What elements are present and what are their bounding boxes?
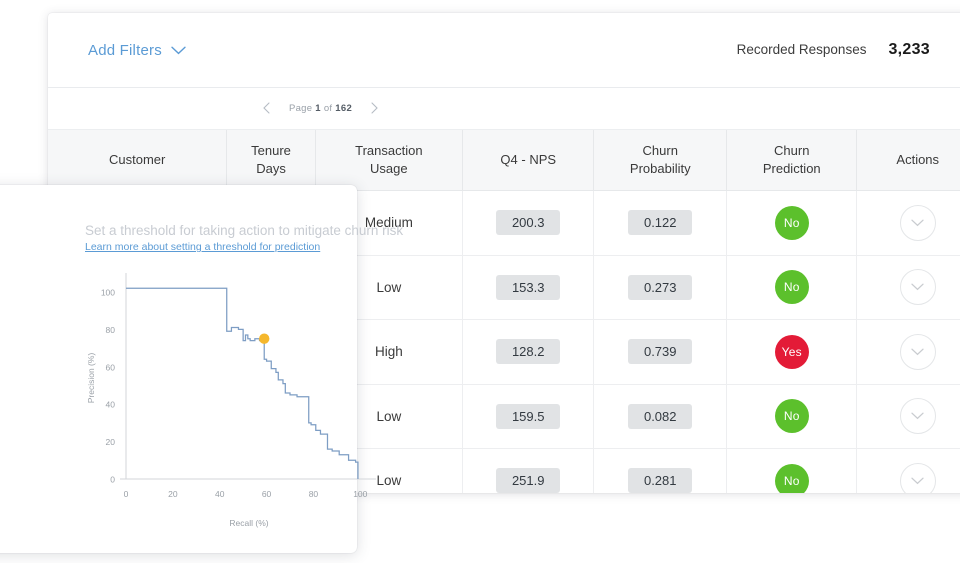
table-toolbar: Add Filters Recorded Responses 3,233: [48, 13, 960, 88]
page-prefix: Page: [289, 103, 315, 114]
cell-churn-probability: 0.739: [594, 320, 727, 385]
probability-chip: 0.739: [628, 339, 692, 364]
threshold-panel-title: Set a threshold for taking action to mit…: [85, 223, 403, 238]
row-expand-button[interactable]: [900, 398, 936, 434]
column-header-tenure-days[interactable]: Tenure Days: [227, 130, 315, 191]
row-expand-button[interactable]: [900, 463, 936, 493]
y-tick-label: 60: [106, 362, 116, 372]
cell-actions: [857, 384, 960, 449]
x-tick-label: 40: [215, 489, 225, 499]
threshold-marker: [259, 334, 269, 344]
row-expand-button[interactable]: [900, 334, 936, 370]
usage-value: Low: [376, 280, 401, 295]
y-tick-label: 20: [106, 437, 116, 447]
table-header-row: Customer Tenure Days Transaction Usage Q…: [48, 130, 960, 191]
nps-chip: 153.3: [496, 275, 560, 300]
add-filters-button[interactable]: Add Filters: [88, 42, 186, 59]
cell-churn-prediction: No: [727, 449, 857, 494]
cell-churn-prediction: Yes: [727, 320, 857, 385]
cell-q4-nps: 153.3: [462, 255, 594, 320]
usage-value: Low: [376, 473, 401, 488]
nps-chip: 200.3: [496, 210, 560, 235]
x-tick-label: 20: [168, 489, 178, 499]
column-header-q4-nps[interactable]: Q4 - NPS: [462, 130, 594, 191]
column-label-line1: Tenure: [231, 142, 310, 160]
cell-churn-prediction: No: [727, 191, 857, 256]
column-header-actions: Actions: [857, 130, 960, 191]
column-header-transaction-usage[interactable]: Transaction Usage: [315, 130, 462, 191]
prev-page-button[interactable]: [258, 100, 275, 118]
x-axis-title: Recall (%): [229, 518, 268, 528]
x-tick-label: 60: [262, 489, 272, 499]
page-indicator: Page 1 of 162: [289, 103, 352, 114]
row-expand-button[interactable]: [900, 205, 936, 241]
threshold-learn-more-link[interactable]: Learn more about setting a threshold for…: [85, 241, 320, 253]
status-badge: No: [775, 270, 809, 304]
recorded-responses-label: Recorded Responses: [737, 42, 867, 57]
cell-churn-probability: 0.122: [594, 191, 727, 256]
column-label-line2: Days: [231, 160, 310, 178]
precision-recall-chart: 0 20 40 60 80 100 0 20 40 60 80 100 Recall (%) Precis…: [80, 267, 380, 537]
probability-chip: 0.281: [628, 468, 692, 493]
status-badge: No: [775, 206, 809, 240]
status-badge: No: [775, 399, 809, 433]
column-header-customer[interactable]: Customer: [48, 130, 227, 191]
cell-actions: [857, 255, 960, 320]
column-label: Q4 - NPS: [500, 152, 556, 167]
cell-actions: [857, 191, 960, 256]
usage-value: Low: [376, 409, 401, 424]
column-label-line2: Usage: [320, 160, 458, 178]
column-label: Customer: [109, 152, 165, 167]
cell-churn-prediction: No: [727, 255, 857, 320]
probability-chip: 0.082: [628, 404, 692, 429]
y-tick-label: 80: [106, 325, 116, 335]
probability-chip: 0.122: [628, 210, 692, 235]
page-mid: of: [321, 103, 335, 114]
add-filters-label: Add Filters: [88, 42, 162, 59]
column-label-line1: Transaction: [320, 142, 458, 160]
nps-chip: 128.2: [496, 339, 560, 364]
x-tick-label: 0: [124, 489, 129, 499]
precision-recall-curve: [126, 288, 358, 479]
y-tick-label: 100: [101, 287, 115, 297]
cell-q4-nps: 159.5: [462, 384, 594, 449]
recorded-responses: Recorded Responses 3,233: [737, 41, 948, 59]
column-label: Actions: [896, 152, 939, 167]
recorded-responses-count: 3,233: [888, 41, 930, 59]
probability-chip: 0.273: [628, 275, 692, 300]
cell-actions: [857, 320, 960, 385]
nps-chip: 159.5: [496, 404, 560, 429]
cell-actions: [857, 449, 960, 494]
status-badge: No: [775, 464, 809, 493]
y-axis-title: Precision (%): [86, 353, 96, 404]
cell-churn-prediction: No: [727, 384, 857, 449]
column-header-churn-prediction[interactable]: Churn Prediction: [727, 130, 857, 191]
status-badge: Yes: [775, 335, 809, 369]
chevron-down-icon: [171, 46, 186, 55]
column-label-line2: Prediction: [731, 160, 852, 178]
row-expand-button[interactable]: [900, 269, 936, 305]
pagination-bar: Page 1 of 162: [48, 88, 960, 130]
y-tick-label: 40: [106, 400, 116, 410]
cell-churn-probability: 0.273: [594, 255, 727, 320]
table-header: Customer Tenure Days Transaction Usage Q…: [48, 130, 960, 191]
cell-churn-probability: 0.082: [594, 384, 727, 449]
column-label-line1: Churn: [598, 142, 722, 160]
next-page-button[interactable]: [366, 100, 383, 118]
x-tick-label: 100: [353, 489, 367, 499]
cell-q4-nps: 251.9: [462, 449, 594, 494]
nps-chip: 251.9: [496, 468, 560, 493]
column-label-line2: Probability: [598, 160, 722, 178]
column-header-churn-probability[interactable]: Churn Probability: [594, 130, 727, 191]
x-tick-label: 80: [309, 489, 319, 499]
y-tick-label: 0: [110, 475, 115, 485]
cell-q4-nps: 200.3: [462, 191, 594, 256]
column-label-line1: Churn: [731, 142, 852, 160]
cell-q4-nps: 128.2: [462, 320, 594, 385]
total-pages: 162: [335, 103, 352, 114]
cell-churn-probability: 0.281: [594, 449, 727, 494]
